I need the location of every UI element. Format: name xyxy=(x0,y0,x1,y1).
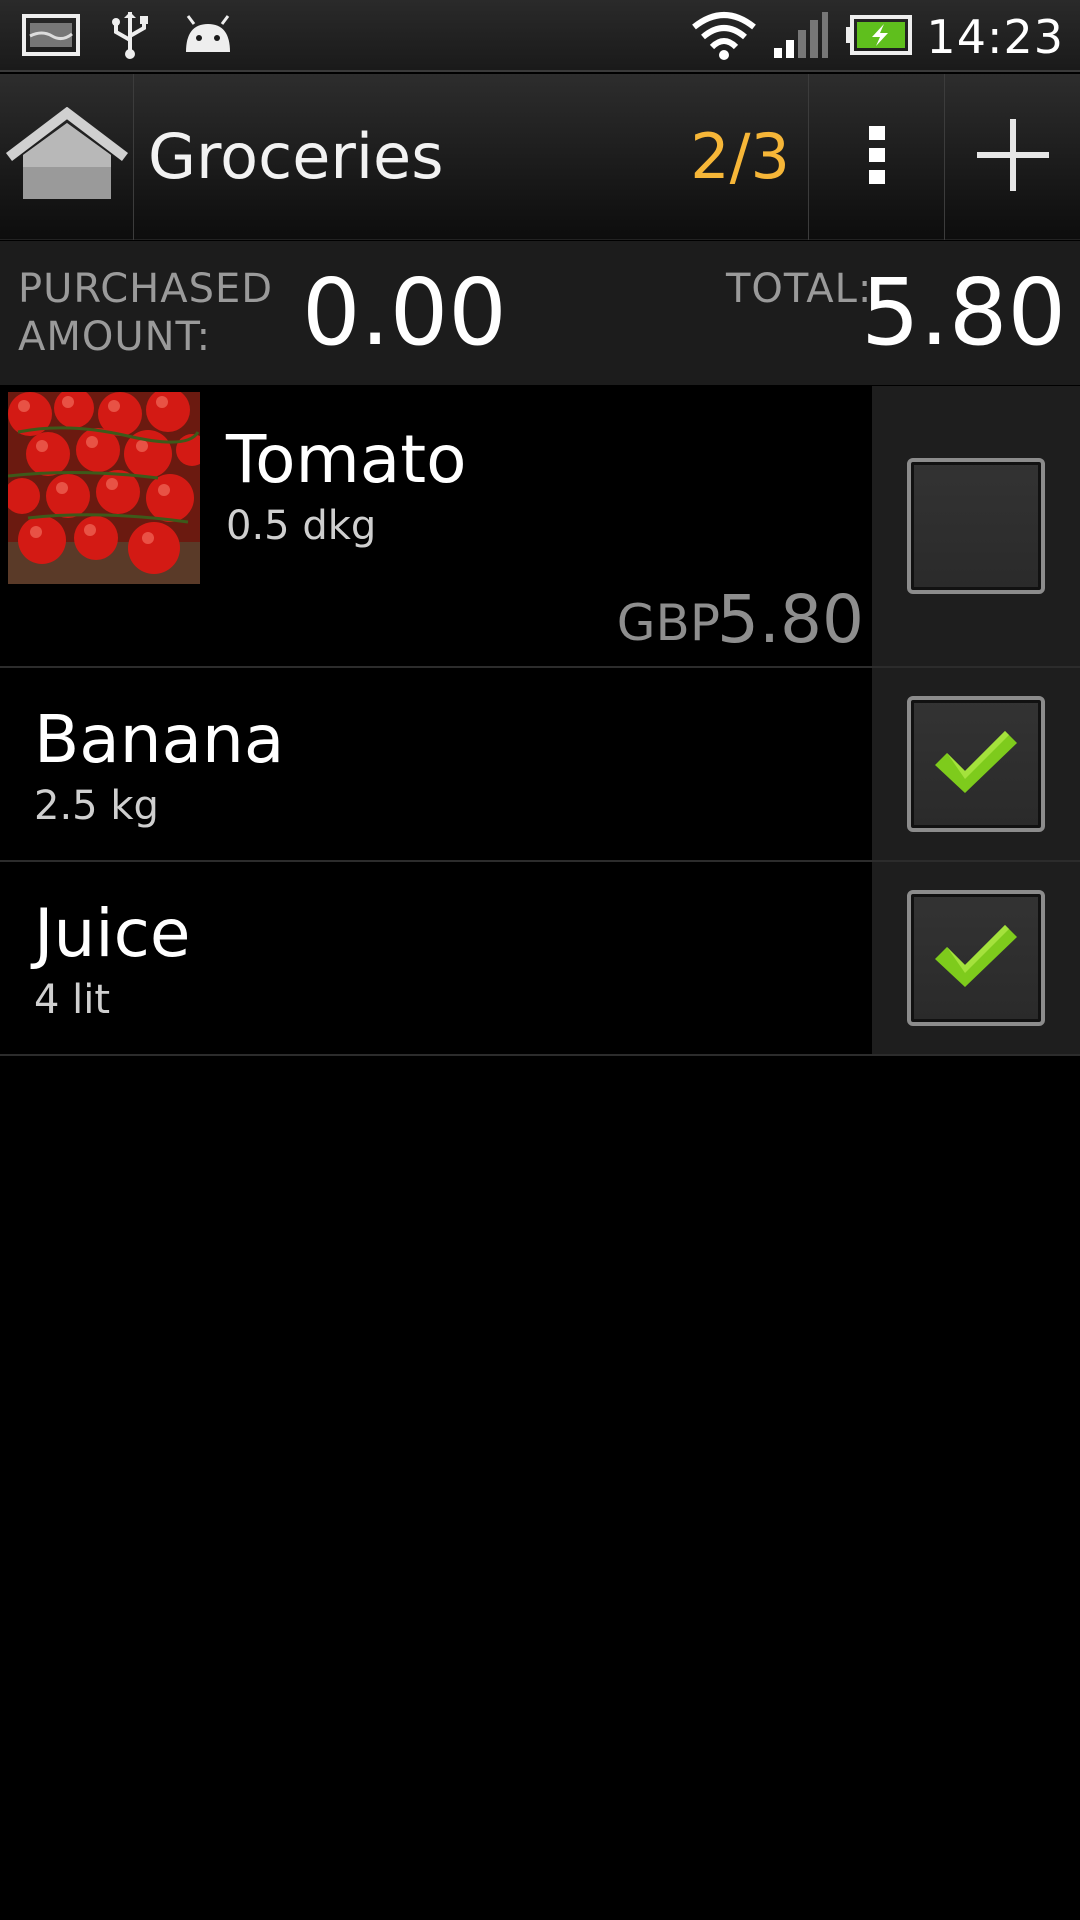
checkmark-icon xyxy=(931,727,1021,801)
item-currency: GBP xyxy=(616,594,720,652)
add-item-button[interactable] xyxy=(944,74,1080,240)
list-item-content[interactable]: Tomato 0.5 dkg GBP 5.80 xyxy=(0,386,872,666)
home-button[interactable] xyxy=(0,74,134,240)
gallery-notification-icon xyxy=(22,14,80,60)
purchased-count-badge: 2/3 xyxy=(690,120,790,193)
android-debug-icon xyxy=(180,14,236,60)
checkmark-icon xyxy=(931,921,1021,995)
item-quantity: 0.5 dkg xyxy=(226,503,377,549)
status-time: 14:23 xyxy=(926,10,1064,64)
item-name: Banana xyxy=(34,701,285,778)
list-item-content[interactable]: Banana 2.5 kg xyxy=(0,668,872,860)
purchased-label-line1: PURCHASED xyxy=(18,266,274,312)
summary-bar: PURCHASED AMOUNT: 0.00 TOTAL: 5.80 xyxy=(0,241,1080,385)
item-checkbox[interactable] xyxy=(907,458,1045,594)
item-quantity: 2.5 kg xyxy=(34,783,159,829)
list-item[interactable]: Banana 2.5 kg xyxy=(0,668,1080,862)
list-item[interactable]: Juice 4 lit xyxy=(0,862,1080,1056)
purchased-amount-value: 0.00 xyxy=(302,259,507,366)
checkbox-cell xyxy=(872,668,1080,860)
list-item-content[interactable]: Juice 4 lit xyxy=(0,862,872,1054)
item-checkbox[interactable] xyxy=(907,890,1045,1026)
purchased-label-line2: AMOUNT: xyxy=(18,314,212,360)
item-name: Tomato xyxy=(226,421,467,498)
grocery-list: Tomato 0.5 dkg GBP 5.80 Banana 2.5 kg Ju… xyxy=(0,386,1080,1056)
usb-icon xyxy=(108,10,152,64)
page-title: Groceries xyxy=(148,120,444,193)
home-icon xyxy=(3,106,131,207)
tomato-image xyxy=(8,392,200,584)
purchased-amount-label: PURCHASED AMOUNT: xyxy=(18,265,298,361)
status-bar: 14:23 xyxy=(0,0,1080,72)
add-icon xyxy=(975,117,1051,197)
item-quantity: 4 lit xyxy=(34,977,111,1023)
item-checkbox[interactable] xyxy=(907,696,1045,832)
list-item[interactable]: Tomato 0.5 dkg GBP 5.80 xyxy=(0,386,1080,668)
checkbox-cell xyxy=(872,862,1080,1054)
overflow-menu-button[interactable] xyxy=(808,74,944,240)
action-bar: Groceries 2/3 xyxy=(0,74,1080,240)
battery-charging-icon xyxy=(844,15,913,59)
signal-icon xyxy=(772,10,830,64)
item-price: 5.80 xyxy=(717,581,864,658)
wifi-icon xyxy=(690,9,758,65)
total-value: 5.80 xyxy=(861,259,1066,366)
overflow-menu-icon xyxy=(867,124,887,190)
total-label: TOTAL: xyxy=(726,266,873,312)
checkbox-cell xyxy=(872,386,1080,666)
item-name: Juice xyxy=(34,895,191,972)
